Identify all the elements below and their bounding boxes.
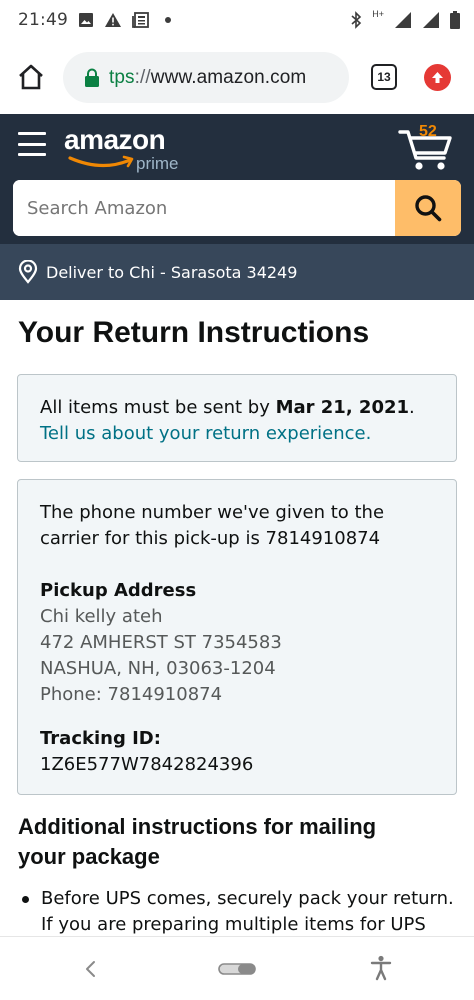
cart-count: 52 (419, 123, 437, 140)
return-instructions-content: Your Return Instructions All items must … (0, 300, 474, 936)
address-name: Chi kelly ateh (40, 606, 163, 627)
status-time: 21:49 (18, 10, 68, 30)
news-icon (132, 12, 149, 28)
deadline-suffix: . (409, 397, 415, 418)
hamburger-menu-icon[interactable] (18, 132, 46, 156)
address-phone: Phone: 7814910874 (40, 684, 223, 705)
url-separator: :// (134, 66, 151, 88)
battery-icon (450, 11, 460, 29)
list-item: Before UPS comes, securely pack your ret… (18, 886, 458, 936)
amazon-header: amazon prime 52 (0, 114, 474, 244)
phone-info-line-2: carrier for this pick-up is 7814910874 (40, 528, 381, 549)
arrow-up-icon (432, 72, 443, 83)
pickup-address-label: Pickup Address (40, 580, 197, 601)
status-bar: 21:49 H+ (0, 0, 474, 40)
image-icon (79, 13, 93, 27)
feedback-link[interactable]: Tell us about your return experience. (40, 421, 434, 447)
smile-arrow-icon (68, 155, 134, 168)
home-pill-icon[interactable] (218, 963, 256, 975)
amazon-prime-logo[interactable]: amazon prime (64, 124, 194, 182)
search-bar (13, 180, 461, 236)
search-icon (415, 195, 442, 222)
url-scheme: tps (109, 66, 135, 88)
tracking-id-label: Tracking ID: (40, 728, 161, 749)
deadline-date: Mar 21, 2021 (275, 397, 410, 418)
pickup-details-box: The phone number we've given to the carr… (17, 479, 457, 795)
system-nav-bar (0, 936, 474, 1000)
notification-dot-icon (165, 17, 171, 23)
hplus-network-label: H+ (372, 9, 384, 19)
warning-icon (105, 13, 121, 27)
deadline-line: All items must be sent by Mar 21, 2021. (40, 395, 434, 421)
browser-toolbar: tps://www.amazon.com 13 (0, 40, 474, 114)
tab-switcher-button[interactable]: 13 (371, 64, 397, 90)
address-street: 472 AMHERST ST 7354583 (40, 632, 282, 653)
home-icon[interactable] (16, 62, 46, 92)
page-title: Your Return Instructions (18, 316, 370, 349)
bullet-line-1: Before UPS comes, securely pack your ret… (41, 888, 454, 909)
deliver-to-text: Deliver to Chi - Sarasota 34249 (46, 262, 298, 282)
deadline-box: All items must be sent by Mar 21, 2021. … (17, 374, 457, 462)
deliver-to-bar[interactable]: Deliver to Chi - Sarasota 34249 (0, 244, 474, 300)
url-text: tps://www.amazon.com (109, 67, 306, 89)
heading-line-2: your package (18, 844, 160, 869)
cart-button[interactable]: 52 (398, 120, 456, 172)
back-icon[interactable] (80, 958, 100, 980)
deadline-prefix: All items must be sent by (40, 397, 276, 418)
location-pin-icon (18, 260, 38, 284)
bullet-line-2: If you are preparing multiple items for … (41, 914, 426, 935)
accessibility-icon[interactable] (370, 955, 392, 981)
bluetooth-icon (351, 11, 362, 29)
signal-secondary-icon (423, 12, 439, 28)
additional-instructions-heading: Additional instructions for mailing your… (18, 812, 458, 872)
url-host: www.amazon.com (150, 66, 307, 88)
chrome-update-button[interactable] (424, 64, 451, 91)
lock-icon (85, 68, 99, 87)
heading-line-1: Additional instructions for mailing (18, 814, 377, 839)
instructions-list: Before UPS comes, securely pack your ret… (18, 886, 458, 936)
signal-icon (395, 12, 411, 28)
address-city: NASHUA, NH, 03063-1204 (40, 658, 276, 679)
logo-prime-text: prime (136, 154, 179, 173)
tracking-id-value: 1Z6E577W7842824396 (40, 754, 254, 775)
logo-text: amazon (64, 124, 166, 155)
url-bar[interactable]: tps://www.amazon.com (63, 52, 349, 103)
phone-info-line-1: The phone number we've given to the (40, 502, 385, 523)
search-input[interactable] (13, 180, 395, 236)
search-button[interactable] (395, 180, 461, 236)
